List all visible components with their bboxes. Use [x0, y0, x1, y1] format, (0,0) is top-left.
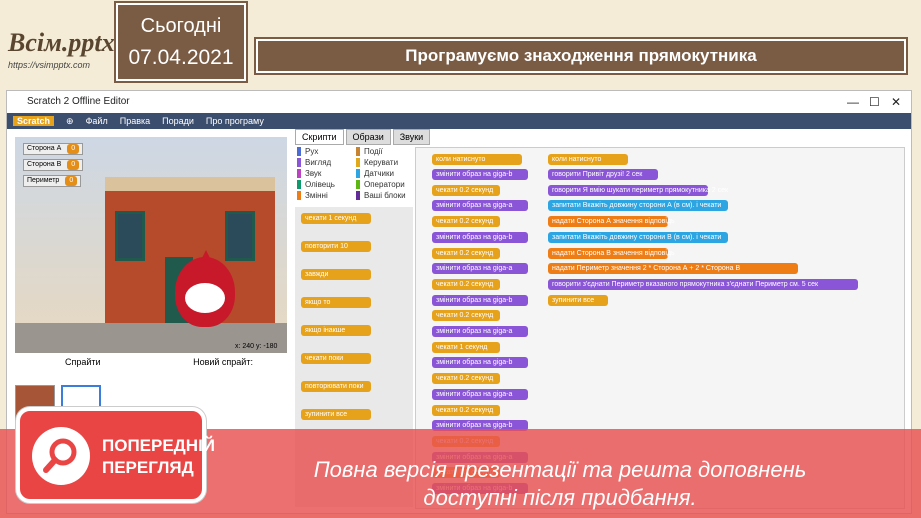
- script-block[interactable]: чекати 0.2 секунд: [432, 404, 500, 416]
- script-block[interactable]: зупинити все: [548, 294, 608, 306]
- category-item[interactable]: Керувати: [356, 158, 413, 167]
- stage-coords: x: 240 y: -180: [235, 343, 278, 350]
- preview-text: ПОПЕРЕДНІЙ ПЕРЕГЛЯД: [102, 436, 216, 477]
- date-box: Сьогодні 07.04.2021: [114, 1, 248, 83]
- tab-bar: Скрипти Образи Звуки: [295, 129, 431, 145]
- giga-sprite[interactable]: [175, 250, 235, 327]
- script-block[interactable]: змінити образ на giga-a: [432, 200, 528, 212]
- hat-block[interactable]: коли натиснуто: [432, 154, 522, 165]
- monitor-side-a: Сторона А0: [23, 143, 84, 155]
- scratch-logo: Scratch: [13, 116, 55, 126]
- close-icon[interactable]: ✕: [891, 91, 901, 113]
- window-title: Scratch 2 Offline Editor: [27, 96, 130, 107]
- new-sprite-label: Новий спрайт:: [193, 357, 253, 367]
- tab-sounds[interactable]: Звуки: [392, 129, 431, 145]
- sprite-face: [185, 283, 225, 313]
- category-item[interactable]: Звук: [297, 169, 354, 178]
- script-block[interactable]: чекати 0.2 секунд: [432, 310, 500, 322]
- menu-file[interactable]: Файл: [86, 116, 108, 126]
- monitor-side-b: Сторона В0: [23, 159, 84, 171]
- category-item[interactable]: Ваші блоки: [356, 191, 413, 200]
- building-window: [115, 211, 145, 261]
- palette-block[interactable]: завжди: [301, 269, 371, 280]
- script-block[interactable]: змінити образ на giga-a: [432, 388, 528, 400]
- palette-block[interactable]: якщо інакше: [301, 325, 371, 336]
- script-block[interactable]: запитати Вкажіть довжину сторони В (в см…: [548, 231, 728, 243]
- logo: Всім.pptx https://vsimpptx.com: [8, 28, 118, 78]
- hat-block[interactable]: коли натиснуто: [548, 154, 628, 165]
- category-item[interactable]: Вигляд: [297, 158, 354, 167]
- script-block[interactable]: змінити образ на giga-b: [432, 294, 528, 306]
- category-item[interactable]: Датчики: [356, 169, 413, 178]
- script-block[interactable]: чекати 0.2 секунд: [432, 216, 500, 228]
- menu-tips[interactable]: Поради: [162, 116, 194, 126]
- script-block[interactable]: чекати 1 секунд: [432, 341, 500, 353]
- globe-icon[interactable]: ⊕: [66, 116, 74, 127]
- category-item[interactable]: Олівець: [297, 180, 354, 189]
- date-value: 07.04.2021: [128, 46, 234, 69]
- script-block[interactable]: надати Сторона А значення відповідь: [548, 216, 675, 228]
- sprites-label: Спрайти: [65, 357, 101, 367]
- menu-edit[interactable]: Правка: [120, 116, 150, 126]
- script-block[interactable]: говорити з'єднати Периметр вказаного пря…: [548, 278, 858, 290]
- tab-costumes[interactable]: Образи: [345, 129, 391, 145]
- sprites-header: Спрайти Новий спрайт:: [15, 357, 287, 367]
- logo-brand: Всім.pptx: [8, 28, 115, 57]
- script-block[interactable]: надати Периметр значення 2 * Сторона А +…: [548, 263, 798, 275]
- category-item[interactable]: Події: [356, 147, 413, 156]
- palette-block[interactable]: чекати 1 секунд: [301, 213, 371, 224]
- script-block[interactable]: змінити образ на giga-b: [432, 169, 528, 180]
- window-titlebar: Scratch 2 Offline Editor — ☐ ✕: [7, 91, 911, 113]
- building-window: [225, 211, 255, 261]
- monitor-perimeter: Периметр 0: [23, 175, 82, 187]
- script-block[interactable]: чекати 0.2 секунд: [432, 278, 500, 290]
- script-block[interactable]: надати Сторона В значення відповідь: [548, 247, 675, 259]
- category-list: Рух Події Вигляд Керувати Звук Датчики Олівець…: [297, 147, 413, 200]
- purchase-note: Повна версія презентації та решта доповн…: [313, 457, 807, 510]
- palette-block[interactable]: зупинити все: [301, 409, 371, 420]
- palette-block[interactable]: повторювати поки: [301, 381, 371, 392]
- palette-block[interactable]: якщо то: [301, 297, 371, 308]
- category-item[interactable]: Змінні: [297, 191, 354, 200]
- script-block[interactable]: змінити образ на giga-b: [432, 357, 528, 369]
- script-block[interactable]: чекати 0.2 секунд: [432, 184, 500, 196]
- palette-block[interactable]: повторити 10: [301, 241, 371, 252]
- menu-about[interactable]: Про програму: [206, 116, 264, 126]
- preview-badge[interactable]: ПОПЕРЕДНІЙ ПЕРЕГЛЯД: [16, 407, 215, 503]
- category-item[interactable]: Рух: [297, 147, 354, 156]
- script-block[interactable]: змінити образ на giga-b: [432, 231, 528, 243]
- category-item[interactable]: Оператори: [356, 180, 413, 189]
- script-block[interactable]: чекати 0.2 секунд: [432, 373, 500, 385]
- script-block[interactable]: говорити Привіт друзі! 2 сек: [548, 169, 658, 180]
- menu-bar: Scratch ⊕ Файл Правка Поради Про програм…: [7, 113, 911, 129]
- script-block[interactable]: говорити Я вмію шукати периметр прямокут…: [548, 184, 728, 196]
- maximize-icon[interactable]: ☐: [869, 91, 880, 113]
- magnifier-icon: [32, 427, 90, 485]
- stage[interactable]: Сторона А0 Сторона В0 Периметр 0: [15, 137, 287, 353]
- script-block[interactable]: запитати Вкажіть довжину сторони А (в см…: [548, 200, 728, 212]
- tab-scripts[interactable]: Скрипти: [295, 129, 344, 145]
- script-block[interactable]: змінити образ на giga-a: [432, 326, 528, 337]
- date-label: Сьогодні: [140, 15, 222, 37]
- palette-block[interactable]: чекати поки: [301, 353, 371, 364]
- slide-title: Програмуємо знаходження прямокутника: [254, 37, 908, 75]
- logo-url: https://vsimpptx.com: [8, 60, 91, 70]
- minimize-icon[interactable]: —: [847, 91, 859, 113]
- script-block[interactable]: змінити образ на giga-a: [432, 263, 528, 275]
- script-block[interactable]: чекати 0.2 секунд: [432, 247, 500, 259]
